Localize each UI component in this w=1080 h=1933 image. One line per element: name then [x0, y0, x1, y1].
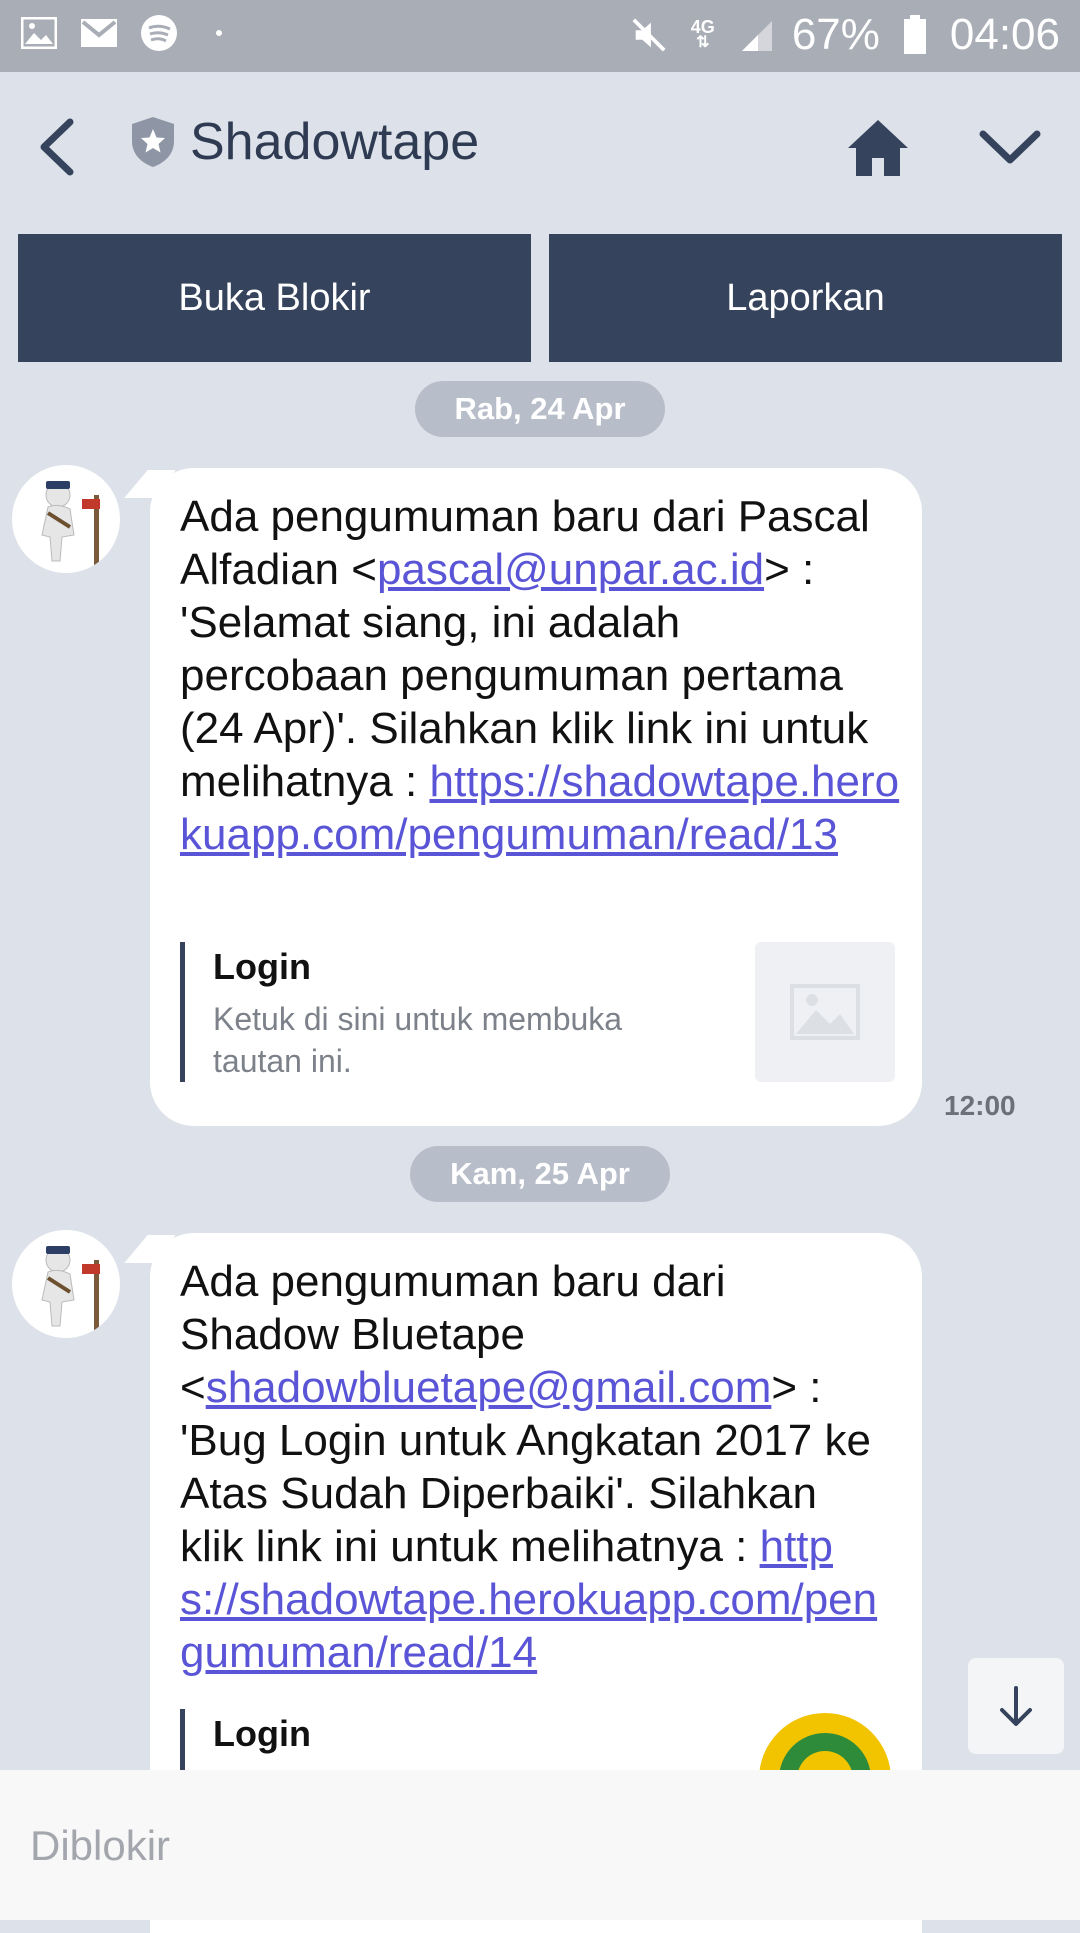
gmail-icon	[80, 14, 118, 52]
shield-star-icon	[132, 117, 174, 167]
preview-title: Login	[213, 1713, 311, 1754]
preview-title: Login	[213, 946, 311, 987]
back-icon	[40, 118, 74, 176]
avatar[interactable]	[12, 465, 120, 573]
blocked-label: Diblokir	[30, 1822, 171, 1869]
blocked-actions: Buka Blokir Laporkan	[18, 234, 1062, 362]
email-link[interactable]: shadowbluetape@gmail.com	[206, 1363, 772, 1412]
blocked-footer: Diblokir	[0, 1770, 1080, 1920]
home-icon	[848, 120, 908, 176]
gallery-icon	[20, 14, 58, 52]
chat-title-area[interactable]: Shadowtape	[130, 112, 479, 172]
dot-icon	[200, 14, 238, 52]
message-time: 12:00	[944, 1090, 1016, 1121]
scroll-to-bottom-button[interactable]	[968, 1658, 1064, 1754]
page-title: Shadowtape	[190, 113, 480, 171]
back-button[interactable]	[30, 112, 90, 182]
avatar[interactable]	[12, 1230, 120, 1338]
mailman-avatar-icon	[41, 481, 100, 565]
signal-icon	[738, 16, 776, 54]
chat-header: Shadowtape	[0, 72, 1080, 217]
preview-thumbnail	[755, 942, 895, 1082]
image-placeholder-icon	[790, 984, 860, 1040]
report-button[interactable]: Laporkan	[549, 234, 1062, 362]
arrow-down-icon	[1000, 1686, 1032, 1726]
menu-toggle-button[interactable]	[975, 122, 1045, 172]
preview-description: Ketuk di sini untuk membuka tautan ini.	[213, 1001, 623, 1079]
mailman-avatar-icon	[41, 1246, 100, 1330]
unblock-button[interactable]: Buka Blokir	[18, 234, 531, 362]
spotify-icon	[140, 14, 178, 52]
date-separator: Rab, 24 Apr	[415, 381, 665, 437]
mute-icon	[630, 16, 668, 54]
network-type: 4G	[690, 17, 715, 37]
date-separator: Kam, 25 Apr	[410, 1146, 670, 1202]
chevron-down-icon	[979, 130, 1041, 164]
battery-percent: 67%	[791, 10, 880, 59]
status-bar: 4G ⇅ 67% 04:06	[0, 0, 1080, 72]
message-bubble[interactable]: Ada pengumuman baru dari Pascal Alfadian…	[150, 468, 922, 1126]
message-text: Ada pengumuman baru dari Pascal Alfadian…	[180, 490, 900, 861]
home-button[interactable]	[846, 116, 910, 180]
email-link[interactable]: pascal@unpar.ac.id	[377, 545, 764, 594]
message-text: Ada pengumuman baru dari Shadow Bluetape…	[180, 1255, 880, 1679]
battery-icon	[896, 15, 934, 54]
clock: 04:06	[949, 10, 1060, 59]
link-preview[interactable]: Login Ketuk di sini untuk membuka tautan…	[180, 942, 895, 1082]
network-icon: 4G ⇅	[690, 17, 715, 51]
